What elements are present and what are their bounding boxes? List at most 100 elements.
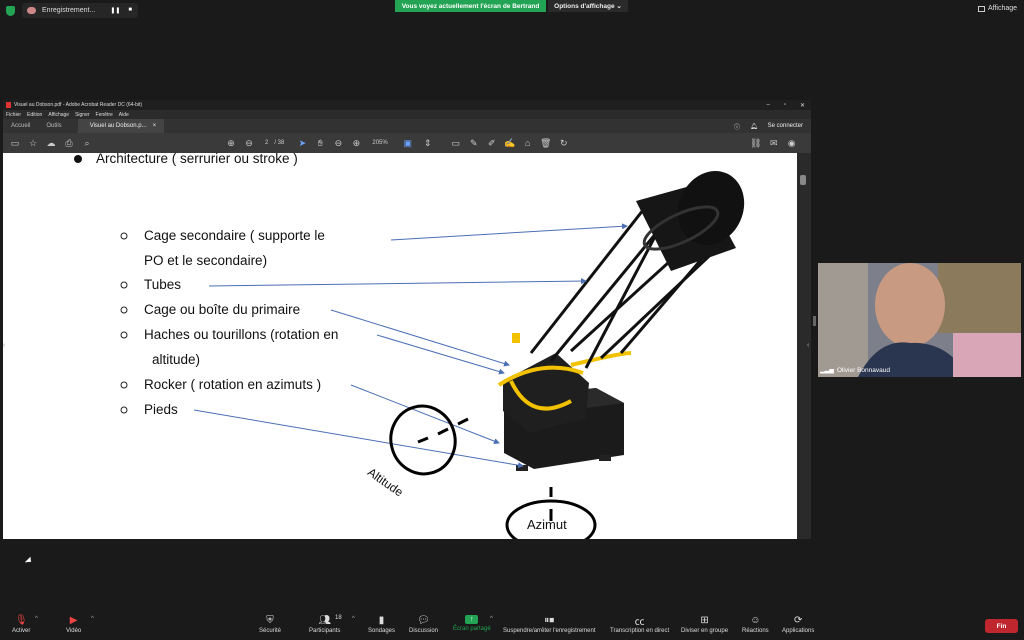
share-screen-button[interactable]: ↑ Écran partagé	[453, 615, 491, 632]
mouse-cursor-icon	[24, 556, 34, 566]
share-screen-label: Écran partagé	[453, 626, 491, 632]
security-label: Sécurité	[259, 628, 282, 634]
menu-bar: Fichier Edition Affichage Signer Fenêtre…	[3, 110, 811, 119]
video-label: Vidéo	[66, 628, 82, 634]
page-total: / 38	[274, 140, 285, 146]
page-number-input[interactable]: 2	[265, 140, 268, 146]
pause-stop-recording-button[interactable]: ⏸︎⏹︎ Suspendre/arrêter l'enregistrement	[503, 615, 596, 634]
zoom-in-icon[interactable]: ⊕	[350, 137, 362, 149]
menu-item-edition[interactable]: Edition	[27, 112, 42, 118]
video-options-chevron-icon[interactable]: ^	[91, 616, 94, 622]
item-haches-cont: altitude)	[152, 352, 201, 367]
reactions-button[interactable]: ☺ Réactions	[742, 615, 769, 634]
pdf-icon	[6, 102, 11, 108]
scrollbar-thumb[interactable]	[800, 175, 806, 185]
close-tab-icon[interactable]: ×	[153, 123, 157, 129]
chat-label: Discussion	[409, 628, 439, 634]
document-tab-label: Visuel au Dobson.p...	[89, 123, 147, 129]
apps-button[interactable]: ⟳ Applications	[782, 615, 814, 634]
chat-bubble-icon: 💬︎	[417, 615, 430, 626]
bell-icon[interactable]: 🔔︎	[750, 123, 758, 130]
audio-options-chevron-icon[interactable]: ^	[35, 616, 38, 622]
right-chevron-icon[interactable]: ‹	[807, 342, 809, 349]
help-icon[interactable]: ⓘ	[734, 122, 740, 131]
tab-document[interactable]: Visuel au Dobson.p... ×	[77, 119, 165, 133]
highlight-icon[interactable]: ✎	[468, 137, 480, 149]
altitude-axis-symbol	[389, 404, 469, 476]
pdf-page: Architecture ( serrurier ou stroke ) Cag…	[11, 153, 797, 539]
end-meeting-button[interactable]: Fin	[985, 619, 1018, 633]
view-label: Affichage	[988, 5, 1018, 12]
menu-item-aide[interactable]: Aide	[119, 112, 129, 118]
email-icon[interactable]: ✉	[768, 137, 780, 149]
menu-item-fichier[interactable]: Fichier	[6, 112, 21, 118]
account-icon[interactable]: ◉	[786, 137, 798, 149]
sign-in-button[interactable]: Se connecter	[768, 123, 803, 129]
view-button[interactable]: Affichage	[978, 5, 1017, 12]
live-transcript-button[interactable]: ㏄ Transcription en direct	[610, 615, 669, 634]
signal-bars-icon: ▂▃▅	[820, 368, 834, 374]
pause-recording-button[interactable]: ❚❚	[110, 7, 120, 14]
sign-icon[interactable]: ✍	[504, 137, 516, 149]
comment-icon[interactable]: ▭	[450, 137, 462, 149]
bullet-architecture: Architecture ( serrurier ou stroke )	[96, 153, 298, 166]
recording-label: Enregistrement...	[42, 7, 96, 14]
polls-label: Sondages	[368, 628, 396, 634]
menu-item-signer[interactable]: Signer	[75, 112, 89, 118]
delete-icon[interactable]: 🗑︎	[540, 137, 552, 149]
share-screen-icon: ↑	[465, 615, 479, 624]
rotate-icon[interactable]: ↻	[558, 137, 570, 149]
stop-recording-button[interactable]: ■	[128, 7, 132, 14]
panel-resize-handle[interactable]	[813, 316, 816, 326]
menu-item-affichage[interactable]: Affichage	[48, 112, 69, 118]
stamp-icon[interactable]: ⌂	[522, 137, 534, 149]
apps-label: Applications	[782, 628, 815, 634]
breakout-rooms-button[interactable]: ⊞ Diviser en groupe	[681, 615, 728, 634]
cloud-upload-icon[interactable]: ☁	[45, 137, 57, 149]
unmute-button[interactable]: 🎙︎ Activer	[12, 615, 30, 634]
hand-tool-icon[interactable]: ✋︎	[314, 137, 326, 149]
draw-icon[interactable]: ✐	[486, 137, 498, 149]
item-pieds: Pieds	[144, 402, 178, 417]
item-tubes: Tubes	[144, 277, 182, 292]
live-transcript-label: Transcription en direct	[610, 628, 670, 634]
security-button[interactable]: ⛨ Sécurité	[259, 615, 281, 634]
save-icon[interactable]: ▭	[9, 137, 21, 149]
item-haches: Haches ou tourillons (rotation en	[144, 327, 339, 342]
acrobat-tab-bar: Accueil Outils Visuel au Dobson.p... × ⓘ…	[3, 119, 811, 133]
view-options-button[interactable]: Options d'affichage ⌄	[548, 0, 628, 12]
grid-icon: ⊞	[700, 615, 709, 626]
select-cursor-icon[interactable]: ➤	[296, 137, 308, 149]
video-off-icon: ▶	[69, 615, 78, 626]
scroll-mode-icon[interactable]: ⇕	[422, 137, 434, 149]
close-icon[interactable]: ✕	[800, 102, 805, 109]
participants-chevron-icon[interactable]: ^	[352, 616, 355, 622]
polls-button[interactable]: ▮ Sondages	[368, 615, 395, 634]
unmute-label: Activer	[12, 628, 31, 634]
zoom-out-icon[interactable]: ⊖	[332, 137, 344, 149]
search-icon[interactable]: ⌕	[81, 137, 93, 149]
video-button[interactable]: ▶ Vidéo	[66, 615, 81, 634]
star-icon[interactable]: ☆	[27, 137, 39, 149]
page-down-icon[interactable]: ⊖	[243, 137, 255, 149]
pause-stop-recording-label: Suspendre/arrêter l'enregistrement	[503, 628, 596, 634]
dobson-telescope	[497, 171, 745, 471]
chat-button[interactable]: 💬︎ Discussion	[409, 615, 438, 634]
smiley-icon: ☺	[750, 615, 761, 626]
share-link-icon[interactable]: ⛓	[750, 137, 762, 149]
maximize-icon[interactable]: ▫	[784, 102, 786, 109]
minimize-icon[interactable]: –	[766, 102, 769, 109]
menu-item-fenetre[interactable]: Fenêtre	[96, 112, 113, 118]
fit-page-icon[interactable]: ▣	[402, 137, 414, 149]
item-cage-secondaire: Cage secondaire ( supporte le	[144, 228, 325, 243]
share-options-chevron-icon[interactable]: ^	[490, 616, 493, 622]
tab-accueil[interactable]: Accueil	[3, 123, 38, 129]
print-icon[interactable]: ⎙	[63, 137, 75, 149]
item-cage-primaire: Cage ou boîte du primaire	[144, 302, 301, 317]
page-up-icon[interactable]: ⊕	[225, 137, 237, 149]
zoom-level-select[interactable]: 205%	[372, 140, 387, 146]
participant-video-tile	[818, 263, 1021, 377]
tab-outils[interactable]: Outils	[38, 123, 69, 129]
apps-icon: ⟳	[793, 615, 803, 626]
left-chevron-icon[interactable]: ‹	[3, 342, 5, 349]
